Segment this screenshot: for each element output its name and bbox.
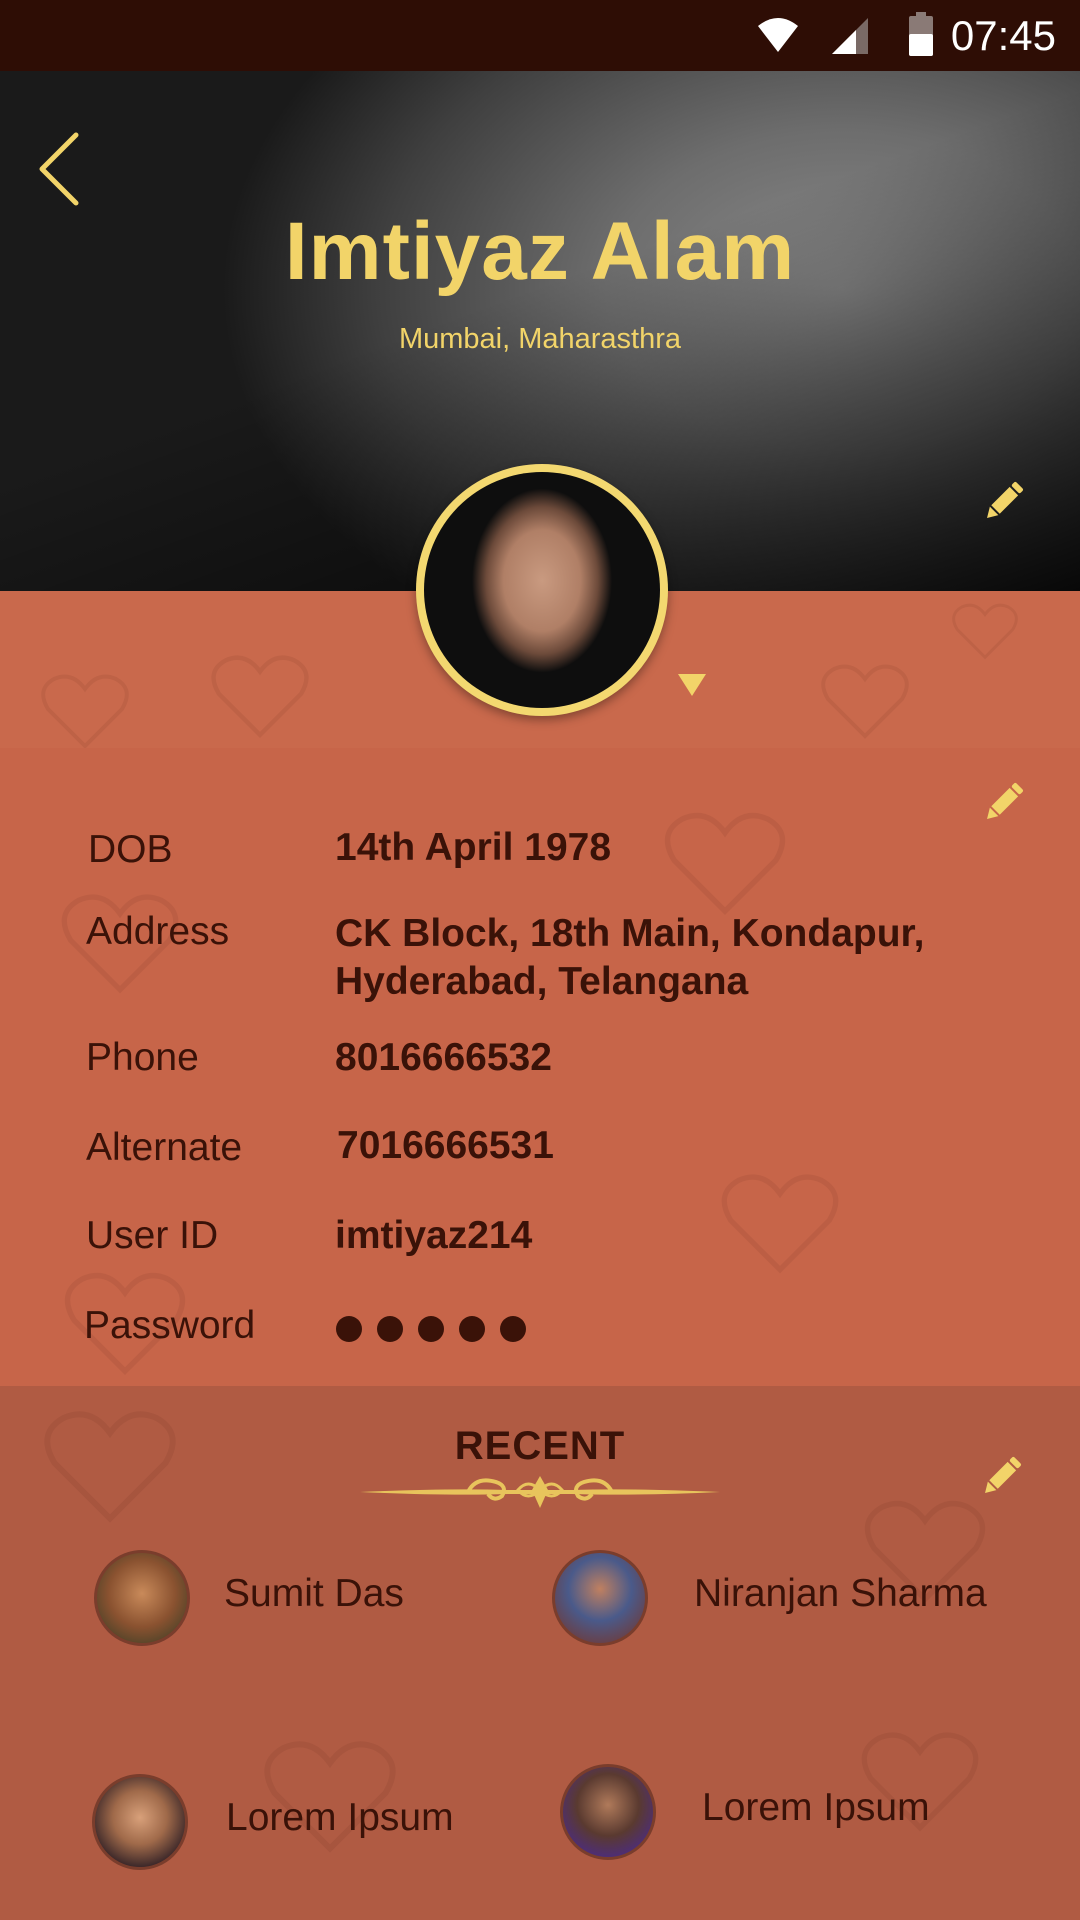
heart-watermark-icon <box>664 812 786 916</box>
heart-watermark-icon <box>211 655 309 739</box>
address-value-line1: CK Block, 18th Main, Kondapur, <box>335 912 925 955</box>
contact-avatar <box>560 1764 656 1860</box>
battery-icon <box>909 12 933 56</box>
address-label: Address <box>86 910 230 953</box>
heart-watermark-icon <box>721 1174 839 1274</box>
user-id-label: User ID <box>86 1214 219 1257</box>
edit-details-pencil-icon[interactable] <box>980 778 1028 826</box>
heart-watermark-icon <box>41 674 129 749</box>
contact-name: Lorem Ipsum <box>226 1796 454 1839</box>
address-value-line2: Hyderabad, Telangana <box>335 960 749 1003</box>
status-bar: 07:45 <box>0 0 1080 71</box>
recent-contact[interactable]: Lorem Ipsum <box>92 1774 472 1874</box>
contact-name: Niranjan Sharma <box>694 1572 987 1615</box>
profile-photo <box>424 472 660 708</box>
contact-avatar <box>552 1550 648 1646</box>
signal-icon <box>832 18 868 54</box>
recent-contact[interactable]: Sumit Das <box>94 1550 474 1650</box>
dob-label: DOB <box>88 828 173 871</box>
back-arrow-icon[interactable] <box>34 119 94 209</box>
contact-name: Lorem Ipsum <box>702 1786 930 1829</box>
alternate-value: 7016666531 <box>337 1124 554 1167</box>
profile-location: Mumbai, Maharasthra <box>398 323 682 355</box>
profile-name: Imtiyaz Alam <box>284 206 796 297</box>
password-label: Password <box>84 1304 256 1347</box>
recent-contact[interactable]: Lorem Ipsum <box>560 1764 980 1864</box>
heart-watermark-icon <box>821 664 909 739</box>
recent-contact[interactable]: Niranjan Sharma <box>552 1550 1012 1650</box>
clock: 07:45 <box>950 12 1056 59</box>
password-masked-value <box>336 1316 541 1347</box>
edit-profile-pencil-icon[interactable] <box>980 477 1028 525</box>
recent-heading: RECENT <box>454 1424 626 1468</box>
edit-recent-pencil-icon[interactable] <box>978 1452 1026 1500</box>
wifi-icon <box>758 18 798 52</box>
heart-watermark-icon <box>952 603 1018 660</box>
profile-avatar[interactable] <box>416 464 668 716</box>
user-id-value: imtiyaz214 <box>335 1214 533 1257</box>
contact-avatar <box>94 1550 190 1646</box>
contact-name: Sumit Das <box>224 1572 404 1615</box>
avatar-dropdown-caret-icon[interactable] <box>676 672 708 698</box>
dob-value: 14th April 1978 <box>335 826 612 869</box>
ornament-divider-icon <box>360 1476 720 1508</box>
phone-label: Phone <box>86 1036 199 1079</box>
phone-value: 8016666532 <box>335 1036 552 1079</box>
contact-avatar <box>92 1774 188 1870</box>
alternate-label: Alternate <box>86 1126 243 1169</box>
